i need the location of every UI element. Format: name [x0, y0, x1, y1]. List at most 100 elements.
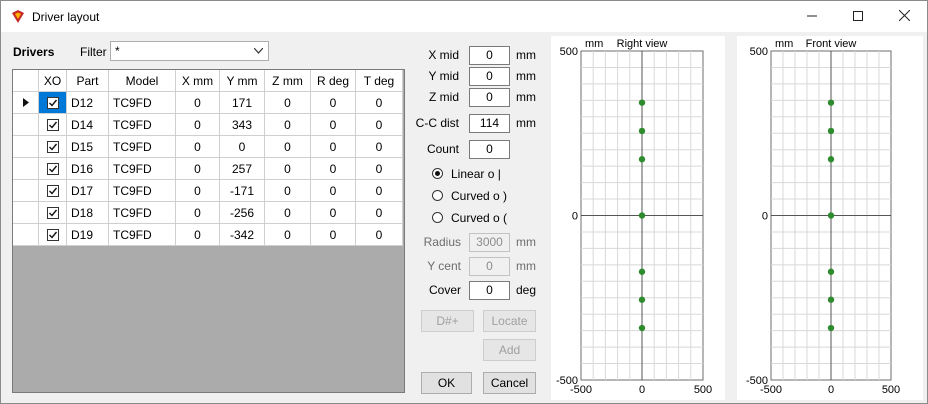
cell-part[interactable]: D15 [66, 135, 109, 158]
cell-z[interactable]: 0 [264, 201, 311, 224]
radio-curved-convex[interactable]: Curved o ) [432, 189, 542, 203]
cell-z[interactable]: 0 [264, 91, 311, 114]
cell-r[interactable]: 0 [310, 157, 356, 180]
cancel-button[interactable]: Cancel [483, 372, 536, 394]
cell-x[interactable]: 0 [175, 179, 220, 202]
cell-t[interactable]: 0 [355, 113, 403, 136]
column-header[interactable]: X mm [175, 70, 220, 92]
cell-t[interactable]: 0 [355, 201, 403, 224]
cell-t[interactable]: 0 [355, 223, 403, 246]
table-row[interactable]: D16 TC9FD 0 257 0 0 0 [13, 157, 403, 180]
radio-linear[interactable]: Linear o | [432, 167, 542, 181]
cell-y[interactable]: 0 [219, 135, 265, 158]
xo-checkbox[interactable] [46, 97, 59, 110]
column-header[interactable]: Part [66, 70, 109, 92]
column-header[interactable]: Z mm [264, 70, 311, 92]
row-header[interactable] [13, 135, 39, 158]
column-header[interactable]: Model [108, 70, 176, 92]
cell-x[interactable]: 0 [175, 113, 220, 136]
table-row[interactable]: D19 TC9FD 0 -342 0 0 0 [13, 223, 403, 246]
filter-dropdown[interactable]: * [110, 41, 269, 61]
drivers-grid[interactable]: XO Part Model X mm Y mm Z mm R deg T deg… [12, 69, 405, 393]
cell-model[interactable]: TC9FD [108, 135, 176, 158]
row-header[interactable] [13, 223, 39, 246]
cell-model[interactable]: TC9FD [108, 157, 176, 180]
cell-z[interactable]: 0 [264, 223, 311, 246]
cover-input[interactable]: 0 [469, 281, 510, 300]
xo-checkbox[interactable] [46, 163, 59, 176]
d-plus-button[interactable]: D#+ [421, 310, 474, 332]
row-header[interactable] [13, 179, 39, 202]
cell-r[interactable]: 0 [310, 179, 356, 202]
xo-cell[interactable] [38, 113, 67, 136]
row-header[interactable] [13, 91, 39, 114]
cell-part[interactable]: D16 [66, 157, 109, 180]
cell-part[interactable]: D12 [66, 91, 109, 114]
row-header[interactable] [13, 113, 39, 136]
locate-button[interactable]: Locate [483, 310, 536, 332]
close-button[interactable] [881, 1, 927, 32]
column-header[interactable]: T deg [355, 70, 403, 92]
xo-checkbox[interactable] [46, 119, 59, 132]
cell-y[interactable]: 343 [219, 113, 265, 136]
row-header[interactable] [13, 157, 39, 180]
column-header[interactable]: Y mm [219, 70, 265, 92]
cell-part[interactable]: D19 [66, 223, 109, 246]
cell-y[interactable]: 171 [219, 91, 265, 114]
table-row[interactable]: D18 TC9FD 0 -256 0 0 0 [13, 201, 403, 224]
xo-checkbox[interactable] [46, 207, 59, 220]
column-header[interactable]: R deg [310, 70, 356, 92]
cell-r[interactable]: 0 [310, 113, 356, 136]
cell-model[interactable]: TC9FD [108, 113, 176, 136]
cell-t[interactable]: 0 [355, 157, 403, 180]
cell-part[interactable]: D18 [66, 201, 109, 224]
cell-z[interactable]: 0 [264, 113, 311, 136]
xo-cell[interactable] [38, 157, 67, 180]
radius-input[interactable]: 3000 [469, 233, 510, 252]
cell-y[interactable]: 257 [219, 157, 265, 180]
cell-x[interactable]: 0 [175, 223, 220, 246]
cell-z[interactable]: 0 [264, 135, 311, 158]
cell-y[interactable]: -171 [219, 179, 265, 202]
cell-part[interactable]: D14 [66, 113, 109, 136]
radio-curved-concave[interactable]: Curved o ( [432, 211, 542, 225]
row-header[interactable] [13, 201, 39, 224]
cell-x[interactable]: 0 [175, 135, 220, 158]
cell-r[interactable]: 0 [310, 91, 356, 114]
table-row[interactable]: D17 TC9FD 0 -171 0 0 0 [13, 179, 403, 202]
xo-cell[interactable] [38, 223, 67, 246]
minimize-button[interactable] [789, 1, 835, 32]
xo-cell[interactable] [38, 135, 67, 158]
cell-z[interactable]: 0 [264, 157, 311, 180]
cell-x[interactable]: 0 [175, 91, 220, 114]
cell-y[interactable]: -342 [219, 223, 265, 246]
cell-z[interactable]: 0 [264, 179, 311, 202]
xo-cell[interactable] [38, 91, 67, 114]
cell-r[interactable]: 0 [310, 201, 356, 224]
cell-model[interactable]: TC9FD [108, 179, 176, 202]
xo-cell[interactable] [38, 179, 67, 202]
cell-r[interactable]: 0 [310, 135, 356, 158]
y-mid-input[interactable]: 0 [469, 67, 510, 86]
cell-t[interactable]: 0 [355, 135, 403, 158]
cell-part[interactable]: D17 [66, 179, 109, 202]
add-button[interactable]: Add [483, 339, 536, 361]
cell-y[interactable]: -256 [219, 201, 265, 224]
cell-t[interactable]: 0 [355, 179, 403, 202]
cell-x[interactable]: 0 [175, 201, 220, 224]
table-row[interactable]: D12 TC9FD 0 171 0 0 0 [13, 91, 403, 114]
ok-button[interactable]: OK [421, 372, 472, 394]
xo-checkbox[interactable] [46, 141, 59, 154]
xo-checkbox[interactable] [46, 229, 59, 242]
ycent-input[interactable]: 0 [469, 257, 510, 276]
xo-cell[interactable] [38, 201, 67, 224]
maximize-button[interactable] [835, 1, 881, 32]
count-input[interactable]: 0 [469, 140, 510, 159]
cell-model[interactable]: TC9FD [108, 223, 176, 246]
cell-t[interactable]: 0 [355, 91, 403, 114]
z-mid-input[interactable]: 0 [469, 88, 510, 107]
cell-model[interactable]: TC9FD [108, 91, 176, 114]
cell-x[interactable]: 0 [175, 157, 220, 180]
table-row[interactable]: D14 TC9FD 0 343 0 0 0 [13, 113, 403, 136]
xo-checkbox[interactable] [46, 185, 59, 198]
